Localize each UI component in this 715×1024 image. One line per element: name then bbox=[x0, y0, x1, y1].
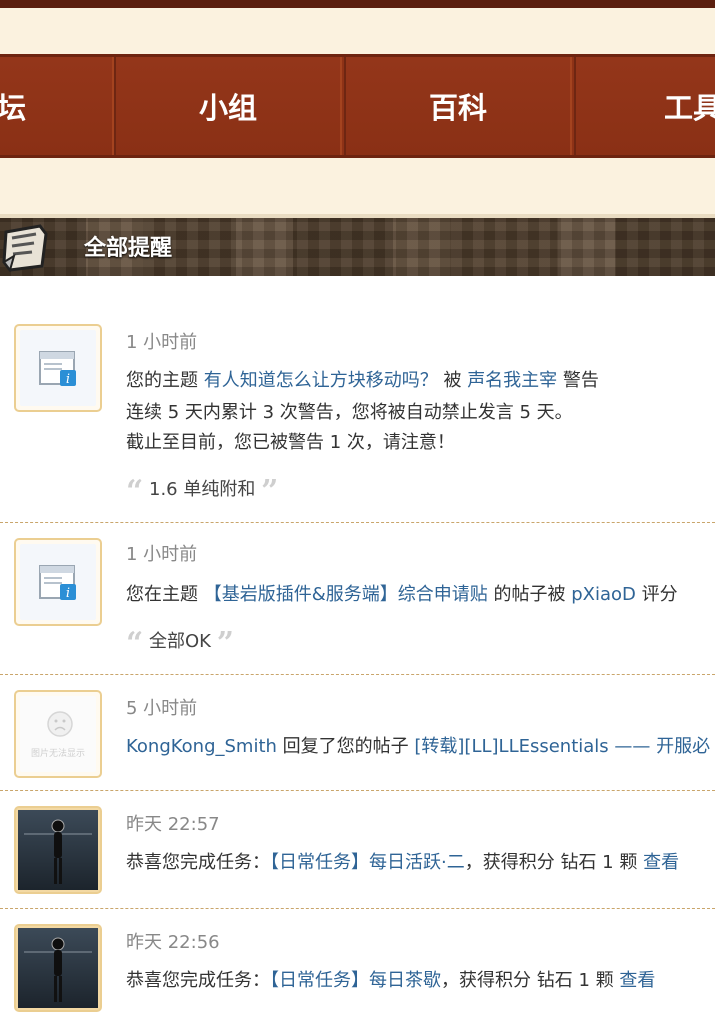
sad-face-icon bbox=[47, 711, 73, 737]
notice-time: 昨天 22:56 bbox=[126, 932, 220, 953]
close-quote-icon: ” bbox=[216, 626, 234, 661]
view-link[interactable]: 查看 bbox=[643, 852, 679, 873]
nav-label: 百科 bbox=[428, 91, 487, 125]
notice-item: i 1 小时前 您在主题 【基岩版插件&服务端】综合申请贴 的帖子被 pXiao… bbox=[0, 522, 715, 675]
task-link[interactable]: 【日常任务】每日茶歇 bbox=[270, 970, 441, 991]
top-spacer bbox=[0, 8, 715, 54]
notice-item: i 1 小时前 您的主题 有人知道怎么让方块移动吗？ 被 声名我主宰 警告 连续… bbox=[0, 276, 715, 523]
notice-text: 连续 5 天内累计 3 次警告，您将被自动禁止发言 5 天。 bbox=[126, 402, 573, 423]
open-quote-icon: “ bbox=[126, 474, 144, 509]
topic-link[interactable]: 【基岩版插件&服务端】综合申请贴 bbox=[204, 584, 488, 605]
notice-text: 您的主题 有人知道怎么让方块移动吗？ 被 声名我主宰 警告 bbox=[126, 366, 599, 392]
notice-time: 5 小时前 bbox=[126, 698, 198, 719]
quote-text: 全部OK bbox=[149, 631, 211, 652]
text: 您在主题 bbox=[126, 584, 204, 605]
text: 回复了您的帖子 bbox=[276, 736, 415, 757]
close-quote-icon: ” bbox=[261, 474, 279, 509]
notice-time: 1 小时前 bbox=[126, 544, 198, 565]
nav-item-wiki[interactable]: 百科 bbox=[344, 57, 572, 155]
user-link[interactable]: pXiaoD bbox=[571, 584, 636, 605]
user-link[interactable]: KongKong_Smith bbox=[126, 736, 277, 757]
text: ，获得积分 钻石 1 颗 bbox=[441, 970, 620, 991]
robot-figure-icon bbox=[18, 810, 98, 890]
nav-spacer bbox=[0, 158, 715, 214]
top-strip bbox=[0, 0, 715, 8]
notice-time: 昨天 22:57 bbox=[126, 814, 220, 835]
text: ，获得积分 钻石 1 颗 bbox=[464, 852, 644, 873]
section-header: 全部提醒 bbox=[0, 214, 715, 276]
system-notice-avatar: i bbox=[14, 538, 102, 626]
notice-text: 您在主题 【基岩版插件&服务端】综合申请贴 的帖子被 pXiaoD 评分 bbox=[126, 580, 678, 606]
svg-text:i: i bbox=[66, 586, 70, 601]
notice-item: 昨天 22:56 恭喜您完成任务：【日常任务】每日茶歇，获得积分 钻石 1 颗 … bbox=[0, 908, 715, 1024]
robot-figure-icon bbox=[18, 928, 98, 1008]
notice-time: 1 小时前 bbox=[126, 332, 198, 353]
system-notice-avatar: i bbox=[14, 324, 102, 412]
scroll-icon bbox=[2, 224, 48, 273]
avatar-broken-text: 图片无法显示 bbox=[30, 749, 85, 759]
text: 您的主题 bbox=[126, 370, 204, 391]
text: 的帖子被 bbox=[487, 584, 572, 605]
notice-quote: “ 全部OK ” bbox=[126, 626, 234, 661]
notice-text: 恭喜您完成任务：【日常任务】每日活跃·二，获得积分 钻石 1 颗 查看 bbox=[126, 848, 679, 874]
nav-label: 坛 bbox=[0, 85, 26, 127]
info-window-icon: i bbox=[39, 351, 76, 387]
text: 恭喜您完成任务： bbox=[126, 852, 270, 873]
task-link[interactable]: 【日常任务】每日活跃·二 bbox=[270, 852, 465, 873]
notice-text: KongKong_Smith 回复了您的帖子 [转载][LL]LLEssenti… bbox=[126, 732, 710, 758]
user-avatar[interactable]: 图片无法显示 bbox=[14, 690, 102, 778]
info-window-icon: i bbox=[39, 565, 76, 601]
main-nav: 坛 小组 百科 工具 bbox=[0, 54, 715, 158]
text: 评分 bbox=[635, 584, 678, 605]
nav-label: 小组 bbox=[198, 91, 257, 125]
nav-label: 工具 bbox=[664, 91, 715, 125]
notice-quote: “ 1.6 单纯附和 ” bbox=[126, 474, 278, 509]
svg-text:i: i bbox=[66, 372, 70, 387]
text: 警告 bbox=[557, 370, 599, 391]
text: 被 bbox=[437, 370, 468, 391]
quote-text: 1.6 单纯附和 bbox=[149, 479, 256, 500]
task-avatar bbox=[14, 806, 102, 894]
notice-text: 恭喜您完成任务：【日常任务】每日茶歇，获得积分 钻石 1 颗 查看 bbox=[126, 966, 655, 992]
view-link[interactable]: 查看 bbox=[619, 970, 655, 991]
open-quote-icon: “ bbox=[126, 626, 144, 661]
task-avatar bbox=[14, 924, 102, 1012]
notice-text: 截止至目前，您已被警告 1 次，请注意！ bbox=[126, 432, 455, 453]
nav-item-groups[interactable]: 小组 bbox=[114, 57, 342, 155]
notice-item: 图片无法显示 5 小时前 KongKong_Smith 回复了您的帖子 [转载]… bbox=[0, 674, 715, 791]
nav-item-tools[interactable]: 工具 bbox=[574, 57, 715, 155]
text: 恭喜您完成任务： bbox=[126, 970, 270, 991]
notice-item: 昨天 22:57 恭喜您完成任务：【日常任务】每日活跃·二，获得积分 钻石 1 … bbox=[0, 790, 715, 909]
topic-link[interactable]: 有人知道怎么让方块移动吗？ bbox=[204, 370, 438, 391]
user-link[interactable]: 声名我主宰 bbox=[467, 370, 557, 391]
nav-item-forum[interactable]: 坛 bbox=[0, 57, 114, 155]
section-title: 全部提醒 bbox=[84, 236, 173, 261]
topic-link[interactable]: [转载][LL]LLEssentials —— 开服必 bbox=[414, 736, 710, 757]
